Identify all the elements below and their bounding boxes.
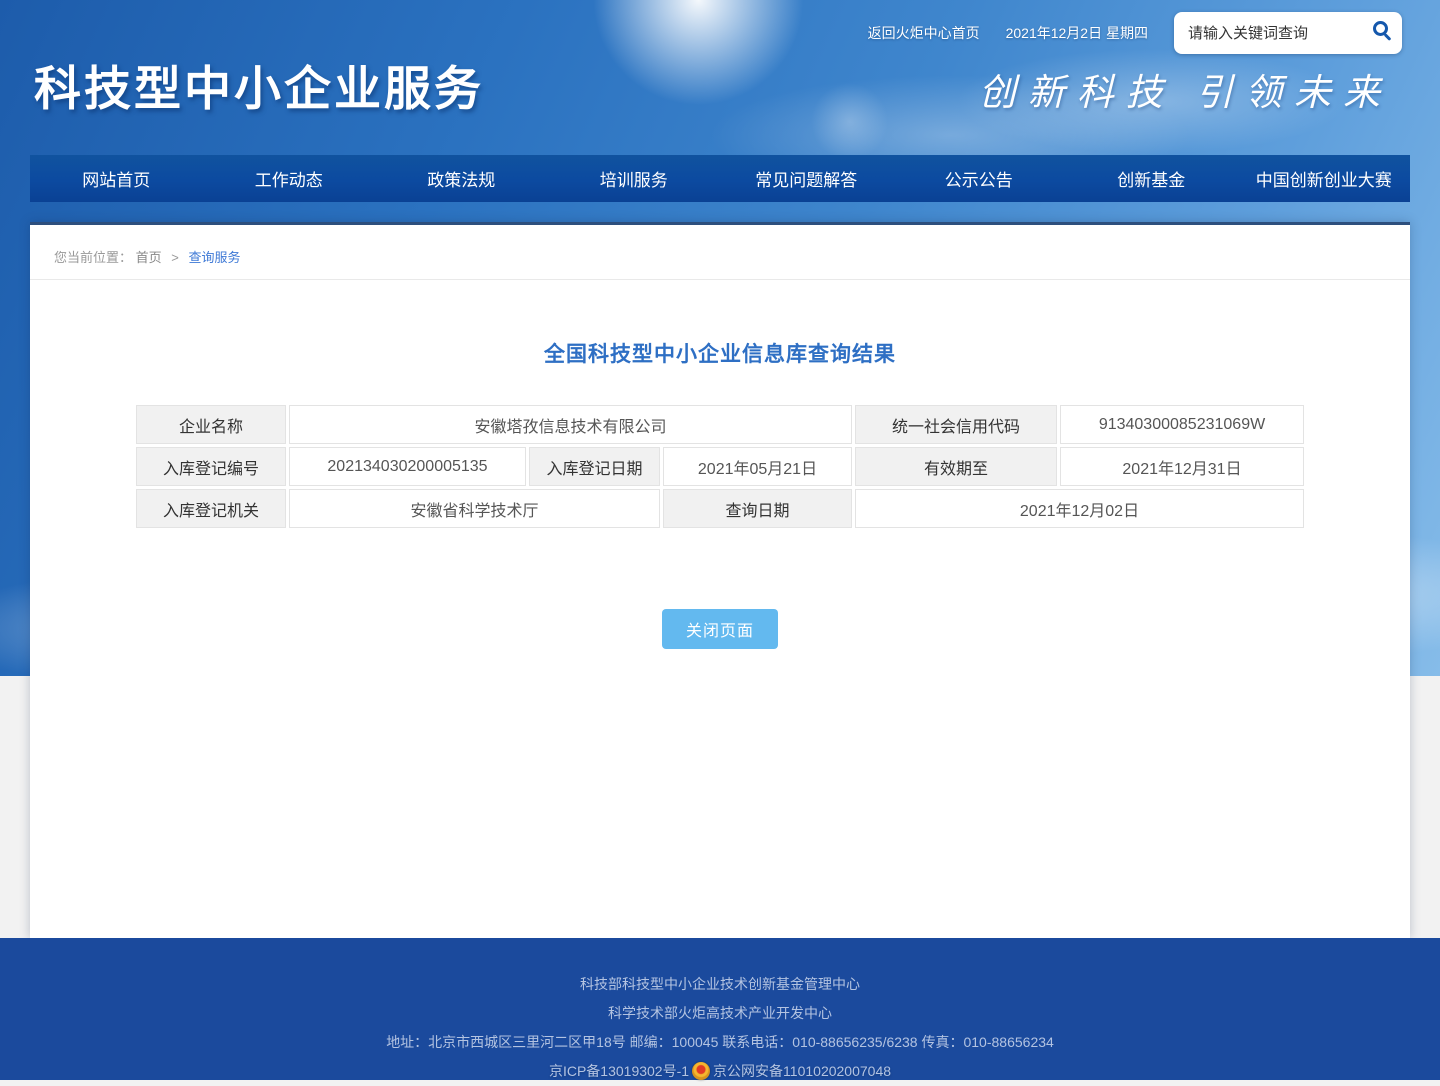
breadcrumb-home-link[interactable]: 首页 xyxy=(136,250,162,265)
nav-item-home[interactable]: 网站首页 xyxy=(30,155,203,202)
back-to-torch-center-link[interactable]: 返回火炬中心首页 xyxy=(868,23,980,43)
breadcrumb-prefix: 您当前位置： xyxy=(54,250,132,265)
footer-icp-line: 京ICP备13019302号-1 京公网安备11010202007048 xyxy=(0,1057,1440,1086)
page-footer: 科技部科技型中小企业技术创新基金管理中心 科学技术部火炬高技术产业开发中心 地址… xyxy=(0,938,1440,1080)
nav-item-announcements[interactable]: 公示公告 xyxy=(893,155,1066,202)
footer-contact-line: 地址：北京市西城区三里河二区甲18号 邮编：100045 联系电话：010-88… xyxy=(0,1028,1440,1057)
field-value-registration-date: 2021年05月21日 xyxy=(663,447,852,486)
field-value-valid-until: 2021年12月31日 xyxy=(1060,447,1304,486)
top-utility-bar: 返回火炬中心首页 2021年12月2日 星期四 xyxy=(868,12,1402,54)
main-navigation: 网站首页 工作动态 政策法规 培训服务 常见问题解答 公示公告 创新基金 中国创… xyxy=(30,155,1410,202)
field-value-credit-code: 91340300085231069W xyxy=(1060,405,1304,444)
police-record-link[interactable]: 京公网安备11010202007048 xyxy=(713,1063,891,1079)
table-row-authority: 入库登记机关 安徽省科学技术厅 查询日期 2021年12月02日 xyxy=(136,489,1304,528)
footer-org-line2: 科学技术部火炬高技术产业开发中心 xyxy=(0,999,1440,1028)
nav-item-policies[interactable]: 政策法规 xyxy=(375,155,548,202)
page-title: 全国科技型中小企业信息库查询结果 xyxy=(30,338,1410,368)
nav-item-innovation-fund[interactable]: 创新基金 xyxy=(1065,155,1238,202)
search-icon[interactable] xyxy=(1373,21,1388,36)
field-label-company-name: 企业名称 xyxy=(136,405,286,444)
nav-item-work-news[interactable]: 工作动态 xyxy=(203,155,376,202)
footer-org-line1: 科技部科技型中小企业技术创新基金管理中心 xyxy=(0,970,1440,999)
table-row-registration: 入库登记编号 202134030200005135 入库登记日期 2021年05… xyxy=(136,447,1304,486)
field-value-registration-number: 202134030200005135 xyxy=(289,447,526,486)
police-badge-icon xyxy=(692,1062,710,1080)
breadcrumb-separator: > xyxy=(171,250,179,265)
field-label-registration-number: 入库登记编号 xyxy=(136,447,286,486)
field-value-registration-authority: 安徽省科学技术厅 xyxy=(289,489,660,528)
banner-slogan: 创新科技 引领未来 xyxy=(979,62,1392,116)
field-label-query-date: 查询日期 xyxy=(663,489,852,528)
field-label-credit-code: 统一社会信用代码 xyxy=(855,405,1057,444)
search-box xyxy=(1174,12,1402,54)
site-title: 科技型中小企业服务 xyxy=(34,50,484,119)
search-input[interactable] xyxy=(1174,12,1368,54)
field-value-query-date: 2021年12月02日 xyxy=(855,489,1304,528)
nav-item-competition[interactable]: 中国创新创业大赛 xyxy=(1238,155,1411,202)
nav-item-faq[interactable]: 常见问题解答 xyxy=(720,155,893,202)
breadcrumb: 您当前位置： 首页 > 查询服务 xyxy=(30,225,1410,280)
field-label-valid-until: 有效期至 xyxy=(855,447,1057,486)
field-label-registration-authority: 入库登记机关 xyxy=(136,489,286,528)
icp-record-link[interactable]: 京ICP备13019302号-1 xyxy=(549,1063,689,1079)
field-value-company-name: 安徽塔孜信息技术有限公司 xyxy=(289,405,852,444)
nav-item-training[interactable]: 培训服务 xyxy=(548,155,721,202)
current-date: 2021年12月2日 星期四 xyxy=(1006,23,1148,43)
table-row-company: 企业名称 安徽塔孜信息技术有限公司 统一社会信用代码 9134030008523… xyxy=(136,405,1304,444)
content-panel: 您当前位置： 首页 > 查询服务 全国科技型中小企业信息库查询结果 企业名称 安… xyxy=(30,222,1410,938)
query-result-table: 企业名称 安徽塔孜信息技术有限公司 统一社会信用代码 9134030008523… xyxy=(133,402,1307,531)
close-page-button[interactable]: 关闭页面 xyxy=(662,609,778,649)
breadcrumb-current-link[interactable]: 查询服务 xyxy=(189,250,241,265)
field-label-registration-date: 入库登记日期 xyxy=(529,447,660,486)
